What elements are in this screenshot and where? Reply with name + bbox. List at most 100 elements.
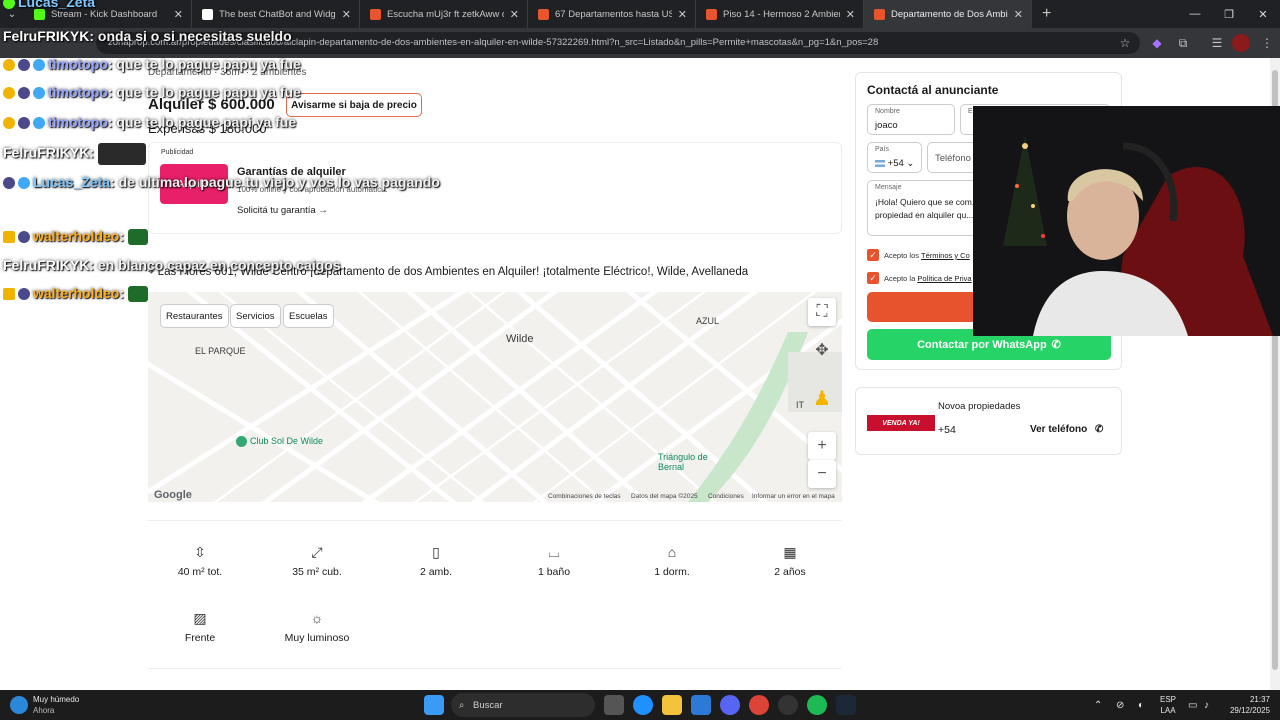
- terms-checkbox[interactable]: ✓: [867, 249, 879, 261]
- feature-label: 35 m² cub.: [292, 566, 342, 578]
- language-indicator[interactable]: ESP LAA: [1160, 690, 1176, 720]
- map-label-azul: AZUL: [696, 316, 720, 326]
- close-tab-icon[interactable]: ✕: [1014, 8, 1023, 21]
- taskbar-search[interactable]: ⌕ Buscar: [451, 693, 595, 717]
- tab-title: Departamento de Dos Ambient: [891, 8, 1008, 20]
- price-alert-button[interactable]: Avisarme si baja de precio: [286, 93, 422, 117]
- close-window-icon[interactable]: ✕: [1246, 0, 1280, 28]
- taskbar-search-placeholder: Buscar: [473, 699, 503, 711]
- ad-logo: Alquiler: [160, 164, 228, 204]
- feature-label: 40 m² tot.: [177, 566, 223, 578]
- tab-4[interactable]: Piso 14 - Hermoso 2 Ambiente ✕: [696, 0, 864, 28]
- close-tab-icon[interactable]: ✕: [678, 8, 687, 21]
- ad-banner[interactable]: Publicidad Alquiler Garantías de alquile…: [148, 142, 842, 234]
- map-label-el-parque: EL PARQUE: [195, 346, 246, 356]
- street-view-pegman-icon[interactable]: ♟: [808, 384, 836, 412]
- minimize-icon[interactable]: —: [1178, 0, 1212, 28]
- country-code: +54 ⌄: [875, 158, 914, 169]
- spotify-icon[interactable]: [807, 695, 827, 715]
- map-label-it: IT: [796, 400, 804, 410]
- discord-icon[interactable]: [720, 695, 740, 715]
- terms-link[interactable]: Términos y Co: [921, 251, 970, 260]
- file-explorer-icon[interactable]: [662, 695, 682, 715]
- profile-avatar[interactable]: [1232, 34, 1250, 52]
- feature-rooms: ▯ 2 amb.: [386, 542, 486, 579]
- steam-icon[interactable]: [836, 695, 856, 715]
- windows-start-icon[interactable]: [424, 695, 444, 715]
- area-total-icon: ⇳: [194, 543, 206, 560]
- weather-widget[interactable]: Muy húmedo Ahora: [33, 690, 79, 720]
- restore-icon[interactable]: ❐: [1212, 0, 1246, 28]
- obs-icon[interactable]: [778, 695, 798, 715]
- tab-1[interactable]: The best ChatBot and Widgets ✕: [192, 0, 360, 28]
- area-covered-icon: ⤢: [311, 543, 323, 560]
- map-chip-servicios[interactable]: Servicios: [230, 304, 281, 328]
- tab-search-icon[interactable]: ⌄: [0, 0, 24, 28]
- close-tab-icon[interactable]: ✕: [846, 8, 855, 21]
- weather-icon[interactable]: [10, 696, 28, 714]
- tab-title: The best ChatBot and Widgets: [219, 8, 336, 20]
- map-terms-link[interactable]: Condiciones: [708, 493, 744, 500]
- privacy-prefix: Acepto la: [884, 274, 916, 283]
- extension-icon[interactable]: ◆: [1148, 34, 1166, 52]
- map-rotate-icon[interactable]: ✥: [808, 336, 836, 364]
- tab-5-active[interactable]: Departamento de Dos Ambient ✕: [864, 0, 1032, 28]
- zoom-in-icon[interactable]: +: [808, 432, 836, 460]
- address-bar[interactable]: zonaprop.com.ar/propiedades/clasificado/…: [96, 32, 1140, 54]
- webcam-overlay: [973, 106, 1280, 336]
- menu-dots-icon[interactable]: ⋮: [1258, 34, 1276, 52]
- ad-cta-link[interactable]: Solicitá tu garantía →: [237, 205, 328, 216]
- new-tab-icon[interactable]: +: [1042, 5, 1051, 23]
- agency-card: VENDA YA! Novoa propiedades +54 Ver telé…: [855, 387, 1122, 455]
- feature-front: ▨ Frente: [150, 608, 250, 645]
- close-tab-icon[interactable]: ✕: [510, 8, 519, 21]
- clock[interactable]: 21:37 29/12/2025: [1224, 690, 1270, 720]
- fullscreen-icon[interactable]: ⛶: [808, 298, 836, 326]
- windows-taskbar: Muy húmedo Ahora ⌕ Buscar ⌃ ⊘ ◐ ESP LAA …: [0, 690, 1280, 720]
- map-shortcuts-link[interactable]: Combinaciones de teclas: [548, 493, 621, 500]
- map-poi-club[interactable]: Club Sol De Wilde: [236, 436, 323, 448]
- reading-list-icon[interactable]: ☰: [1208, 34, 1226, 52]
- network-off-icon[interactable]: ⊘: [1116, 690, 1124, 720]
- chrome-icon[interactable]: [749, 695, 769, 715]
- bookmark-star-icon[interactable]: ☆: [1116, 34, 1134, 52]
- tab-3[interactable]: 67 Departamentos hasta USD 7 ✕: [528, 0, 696, 28]
- name-field[interactable]: Nombre joaco: [867, 104, 955, 135]
- feature-bright: ☼ Muy luminoso: [267, 608, 367, 644]
- mic-icon[interactable]: ◐: [1138, 690, 1144, 720]
- close-tab-icon[interactable]: ✕: [174, 8, 183, 21]
- zonaprop-favicon-icon: [706, 8, 717, 20]
- privacy-link[interactable]: Política de Priva: [917, 274, 971, 283]
- map-report-link[interactable]: Informar un error en el mapa: [752, 493, 835, 500]
- privacy-label: Acepto la Política de Priva: [884, 274, 972, 283]
- agency-name: Novoa propiedades: [938, 401, 1021, 412]
- map-chip-escuelas[interactable]: Escuelas: [283, 304, 334, 328]
- search-icon: ⌕: [459, 699, 465, 711]
- map[interactable]: Restaurantes Servicios Escuelas EL PARQU…: [148, 292, 842, 502]
- building-front-icon: ▨: [193, 609, 207, 626]
- feature-age: ▦ 2 años: [740, 542, 840, 579]
- view-phone-button[interactable]: Ver teléfono ✆: [1030, 424, 1103, 435]
- view-phone-label: Ver teléfono: [1030, 424, 1088, 435]
- zoom-out-icon[interactable]: −: [808, 460, 836, 488]
- privacy-checkbox[interactable]: ✓: [867, 272, 879, 284]
- tab-2[interactable]: Escucha mUj3r ft zetkAww de g ✕: [360, 0, 528, 28]
- country-select[interactable]: País +54 ⌄: [867, 142, 922, 173]
- map-chip-restaurantes[interactable]: Restaurantes: [160, 304, 229, 328]
- store-icon[interactable]: [691, 695, 711, 715]
- tray-chevron-icon[interactable]: ⌃: [1094, 690, 1102, 720]
- close-tab-icon[interactable]: ✕: [342, 8, 351, 21]
- whatsapp-icon: ✆: [1051, 339, 1061, 351]
- display-icon[interactable]: ▭: [1188, 690, 1197, 720]
- extensions-puzzle-icon[interactable]: ⧉: [1174, 34, 1192, 52]
- calendar-icon: ▦: [783, 543, 797, 560]
- listing-subheading: Departamento · 35m² · 2 ambientes: [148, 67, 307, 78]
- feature-label: 1 dorm.: [654, 566, 690, 578]
- tab-0[interactable]: Stream - Kick Dashboard ✕: [24, 0, 192, 28]
- google-logo: Google: [154, 489, 192, 501]
- volume-icon[interactable]: ♪: [1204, 690, 1209, 720]
- task-view-icon[interactable]: [604, 695, 624, 715]
- edge-icon[interactable]: [633, 695, 653, 715]
- weather-sub: Ahora: [33, 706, 55, 715]
- clock-time: 21:37: [1249, 695, 1270, 704]
